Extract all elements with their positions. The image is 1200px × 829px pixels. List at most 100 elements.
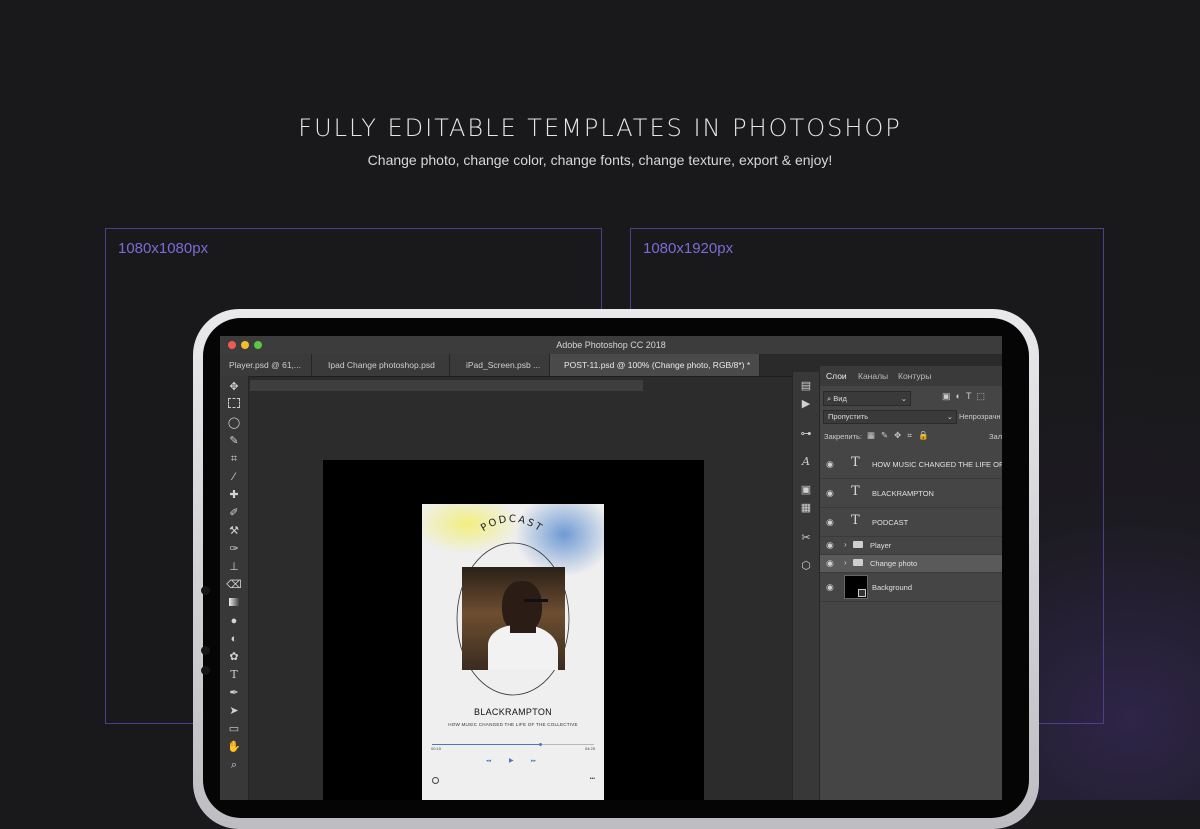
adjustments-icon[interactable]: ⊶ (798, 426, 814, 442)
eye-icon[interactable]: ◉ (826, 488, 834, 499)
filter-kind-select[interactable]: ⌕ Вид ⌄ (823, 391, 911, 406)
tagline: HOW MUSIC CHANGED THE LIFE OF THE COLLEC… (448, 722, 578, 727)
search-icon: ⌕ (827, 394, 832, 403)
layer-row-group-selected[interactable]: ◉ › Change photo (820, 555, 1002, 573)
play-action-icon[interactable]: ▶ (798, 396, 814, 412)
more-button[interactable]: ••• (590, 776, 595, 782)
shape-filter-icon[interactable]: ⬚ (976, 391, 990, 401)
tab-layers[interactable]: Слои (826, 366, 847, 386)
photoshop-window: Adobe Photoshop CC 2018 Player.psd @ 61,… (220, 336, 1002, 800)
blend-mode-select[interactable]: Пропустить ⌄ (823, 410, 957, 424)
layer-row[interactable]: ◉ T PODCAST (820, 508, 1002, 537)
tab-ipad-change[interactable]: Ipad Change photoshop.psd (312, 354, 450, 376)
move-icon[interactable]: ✥ (226, 379, 242, 395)
character-icon[interactable]: A (798, 454, 814, 470)
layer-row[interactable]: ◉ T BLACKRAMPTON (820, 479, 1002, 508)
close-window-button[interactable] (228, 341, 236, 349)
sponge-icon[interactable]: ✿ (226, 649, 242, 665)
crop-icon[interactable]: ⌗ (226, 451, 242, 467)
lock-pixels-icon[interactable]: ▦ (867, 430, 881, 440)
stamp-icon[interactable]: ⊥ (226, 559, 242, 575)
document-artboard[interactable]: PODCAST BLACKRAMPTON HOW MUSIC CHANGED T… (422, 504, 604, 800)
chevron-right-icon[interactable]: › (844, 558, 847, 567)
image-filter-icon[interactable]: ▣ (942, 391, 956, 401)
eye-icon[interactable]: ◉ (826, 459, 834, 470)
play-button[interactable]: ▶ (509, 757, 514, 764)
frame-story-label: 1080x1920px (643, 240, 734, 257)
gradient-icon[interactable] (226, 595, 242, 611)
text-layer-icon: T (851, 484, 860, 499)
rectangle-icon[interactable]: ▭ (226, 721, 242, 737)
layer-row[interactable]: ◉ Background (820, 573, 1002, 602)
properties-icon[interactable]: ▦ (798, 500, 814, 516)
dodge-icon[interactable]: ◐ (226, 631, 242, 647)
layer-name: HOW MUSIC CHANGED THE LIFE OF T (872, 460, 1002, 469)
brush-icon[interactable]: ✐ (226, 505, 242, 521)
text-layer-icon: T (851, 455, 860, 470)
history-brush-icon[interactable]: ✑ (226, 541, 242, 557)
lock-paint-icon[interactable]: ✎ (881, 430, 894, 440)
clone-stamp-icon[interactable]: ⚒ (226, 523, 242, 539)
eye-icon[interactable]: ◉ (826, 582, 834, 593)
healing-brush-icon[interactable]: ✚ (226, 487, 242, 503)
hand-icon[interactable]: ✋ (226, 739, 242, 755)
maximize-window-button[interactable] (254, 341, 262, 349)
minimize-window-button[interactable] (241, 341, 249, 349)
layer-row-group[interactable]: ◉ › Player (820, 537, 1002, 555)
adjustment-filter-icon[interactable]: ◐ (956, 391, 966, 401)
arc-title: PODCAST (479, 514, 545, 535)
window-titlebar: Adobe Photoshop CC 2018 (220, 336, 1002, 354)
lock-label: Закрепить: (824, 432, 863, 441)
next-button[interactable]: ▸▸ (531, 758, 536, 764)
libraries-icon[interactable]: ▣ (798, 482, 814, 498)
tab-post-11[interactable]: POST-11.psd @ 100% (Change photo, RGB/8*… (550, 354, 760, 376)
eye-icon[interactable]: ◉ (826, 517, 834, 528)
lock-all-icon[interactable]: 🔒 (918, 430, 935, 440)
layer-filter-icons: ▣◐T⬚ (942, 391, 990, 402)
tab-paths[interactable]: Контуры (898, 366, 931, 386)
layer-row[interactable]: ◉ T HOW MUSIC CHANGED THE LIFE OF T (820, 450, 1002, 479)
marquee-icon[interactable] (226, 397, 242, 413)
page-title: FULLY EDITABLE TEMPLATES IN PHOTOSHOP (298, 114, 902, 142)
pen-icon[interactable]: ✒ (226, 685, 242, 701)
prev-button[interactable]: ◂◂ (486, 758, 491, 764)
zoom-icon[interactable]: ⌕ (226, 757, 242, 773)
artist-name: BLACKRAMPTON (474, 707, 552, 717)
lock-icons: ▦✎✥⌗🔒 (867, 430, 935, 441)
tab-ipad-screen[interactable]: iPad_Screen.psb ... (450, 354, 550, 376)
tab-channels[interactable]: Каналы (858, 366, 888, 386)
3d-icon[interactable]: ⬡ (798, 558, 814, 574)
progress-track[interactable] (432, 742, 594, 746)
layer-name: BLACKRAMPTON (872, 489, 934, 498)
eraser-icon[interactable]: ⌫ (226, 577, 242, 593)
tab-player[interactable]: Player.psd @ 61,... (220, 354, 312, 376)
page-subtitle: Change photo, change color, change fonts… (367, 152, 833, 168)
panel-tabs: Слои Каналы Контуры (820, 366, 1002, 386)
lock-position-icon[interactable]: ✥ (894, 430, 907, 440)
time-elapsed: 00:15 (431, 746, 442, 751)
eye-icon[interactable]: ◉ (826, 540, 834, 551)
quick-select-icon[interactable]: ✎ (226, 433, 242, 449)
user-icon[interactable] (432, 777, 439, 784)
blur-icon[interactable]: ● (226, 613, 242, 629)
sensor-dot (201, 666, 210, 675)
chevron-down-icon: ⌄ (946, 412, 953, 421)
lasso-icon[interactable]: ◯ (226, 415, 242, 431)
frame-square-label: 1080x1080px (118, 240, 209, 257)
layers-panel: Слои Каналы Контуры ⌕ Вид ⌄ ▣◐T⬚ Пропуст… (820, 366, 1002, 800)
type-icon[interactable]: T (226, 667, 242, 683)
history-icon[interactable]: ▤ (798, 378, 814, 394)
tools-panel: ✥ ◯ ✎ ⌗ ⁄ ✚ ✐ ⚒ ✑ ⊥ ⌫ ● ◐ ✿ T ✒ ➤ ▭ ✋ ⌕ (220, 376, 249, 800)
camera-dot (201, 586, 210, 595)
eyedropper-icon[interactable]: ⁄ (226, 469, 242, 485)
portrait-photo[interactable] (462, 567, 565, 670)
tools-icon[interactable]: ✂ (798, 530, 814, 546)
lock-artboard-icon[interactable]: ⌗ (907, 430, 918, 440)
portrait-glasses (524, 599, 548, 602)
type-filter-icon[interactable]: T (966, 391, 977, 401)
chevron-right-icon[interactable]: › (844, 540, 847, 549)
path-select-icon[interactable]: ➤ (226, 703, 242, 719)
sensor-dot (201, 646, 210, 655)
progress-knob[interactable] (539, 742, 543, 746)
eye-icon[interactable]: ◉ (826, 558, 834, 569)
